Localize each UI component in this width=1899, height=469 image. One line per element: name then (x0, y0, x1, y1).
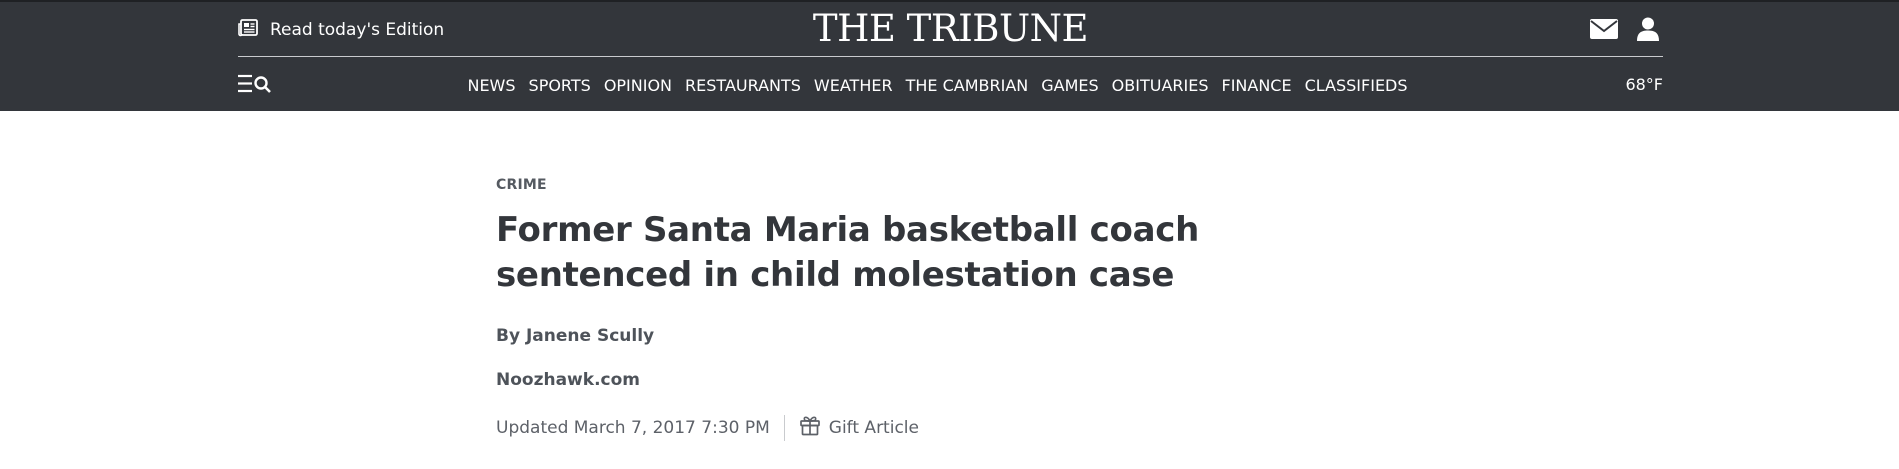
article-source: Noozhawk.com (496, 370, 640, 390)
masthead-inner: Read today's Edition THE TRIBUNE NEWS SP… (238, 2, 1663, 113)
updated-timestamp: Updated March 7, 2017 7:30 PM (496, 417, 770, 438)
nav-the-cambrian[interactable]: THE CAMBRIAN (906, 76, 1029, 95)
nav-obituaries[interactable]: OBITUARIES (1112, 76, 1209, 95)
masthead-divider (238, 56, 1663, 57)
byline: By Janene Scully (496, 326, 1396, 346)
nav-opinion[interactable]: OPINION (604, 76, 672, 95)
nav-classifieds[interactable]: CLASSIFIEDS (1305, 76, 1408, 95)
nav-row: NEWS SPORTS OPINION RESTAURANTS WEATHER … (238, 58, 1663, 113)
section-label[interactable]: CRIME (496, 177, 547, 193)
meta-divider (783, 414, 785, 441)
nav-news[interactable]: NEWS (467, 76, 515, 95)
article-header: CRIME Former Santa Maria basketball coac… (496, 176, 1396, 441)
nav-finance[interactable]: FINANCE (1222, 76, 1292, 95)
article-headline: Former Santa Maria basketball coach sent… (496, 210, 1199, 295)
account-icons (1589, 16, 1663, 42)
nav-sports[interactable]: SPORTS (529, 76, 591, 95)
mail-icon[interactable] (1589, 16, 1619, 42)
gift-icon (799, 414, 821, 441)
site-logo[interactable]: THE TRIBUNE (238, 7, 1663, 51)
primary-nav: NEWS SPORTS OPINION RESTAURANTS WEATHER … (238, 58, 1663, 113)
user-icon[interactable] (1633, 16, 1663, 42)
gift-article-label: Gift Article (828, 417, 919, 438)
nav-weather[interactable]: WEATHER (814, 76, 893, 95)
masthead-top-row: Read today's Edition THE TRIBUNE (238, 2, 1663, 58)
gift-article-button[interactable]: Gift Article (799, 414, 919, 441)
nav-games[interactable]: GAMES (1041, 76, 1098, 95)
nav-restaurants[interactable]: RESTAURANTS (685, 76, 801, 95)
author-link[interactable]: Janene Scully (526, 326, 654, 346)
weather-temperature[interactable]: 68°F (1625, 75, 1663, 94)
article-meta: Updated March 7, 2017 7:30 PM Gift Artic… (496, 414, 1396, 441)
masthead: Read today's Edition THE TRIBUNE NEWS SP… (0, 0, 1899, 111)
byline-prefix: By (496, 326, 526, 346)
